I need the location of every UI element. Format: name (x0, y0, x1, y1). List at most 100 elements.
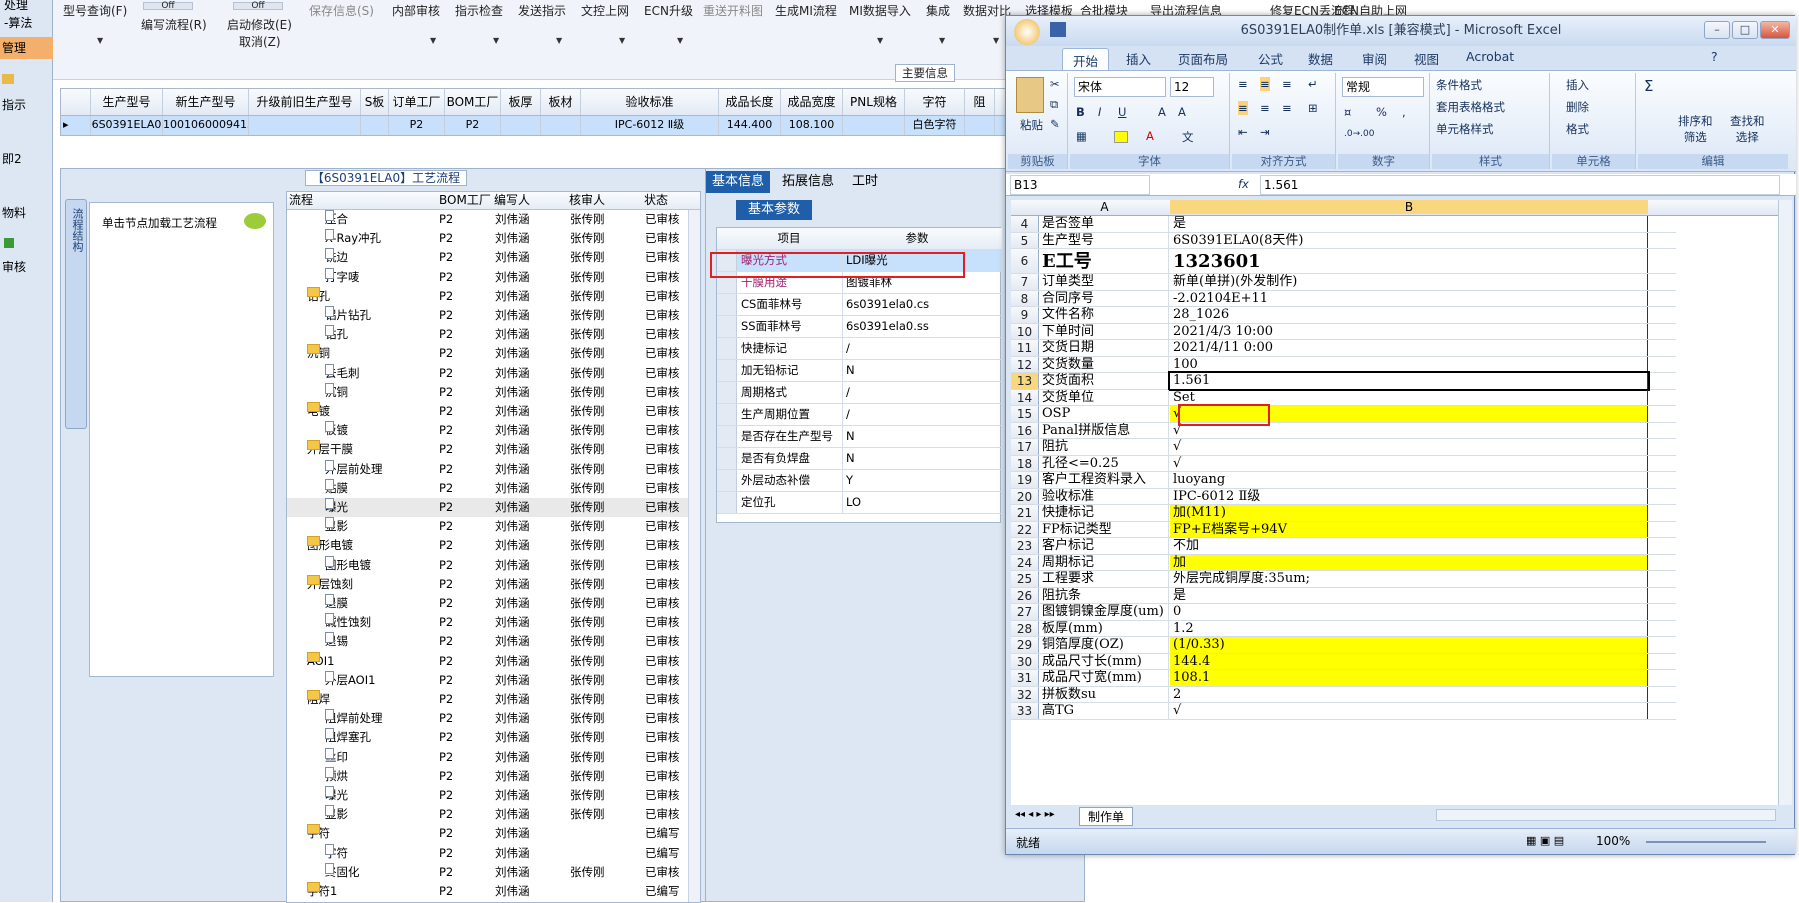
cell-b[interactable]: 6S0391ELA0(8天件) (1170, 232, 1648, 248)
tree-row[interactable]: −沉铜P2刘伟涵张传刚已审核 (287, 344, 700, 363)
cell-b[interactable]: 外层完成铜厚度:35um; (1170, 571, 1648, 587)
cell-a[interactable]: OSP (1040, 406, 1169, 422)
row-number[interactable]: 19 (1011, 472, 1039, 488)
row-selector[interactable] (717, 360, 737, 381)
vertical-scrollbar[interactable] (1778, 200, 1792, 805)
sheet-row[interactable]: 28 板厚(mm) 1.2 (1011, 620, 1676, 637)
save-icon[interactable] (1050, 22, 1066, 37)
edit-flow-button[interactable]: 编写流程(R) (141, 16, 207, 33)
cell[interactable]: 6S0391ELA0 (91, 116, 163, 135)
tree-row[interactable]: 压合 P2 刘伟涵 张传刚 已审核 (287, 210, 700, 229)
row-number[interactable]: 24 (1011, 554, 1039, 570)
ribbon-tab-view[interactable]: 视图 (1414, 49, 1439, 68)
shrink-font-icon[interactable]: A (1178, 105, 1186, 119)
cell-a[interactable]: 孔径<=0.25 (1040, 455, 1169, 471)
ribbon-tab-review[interactable]: 审阅 (1362, 49, 1387, 68)
cell[interactable]: P2 (445, 116, 501, 135)
row-number[interactable]: 20 (1011, 488, 1039, 504)
cell-b[interactable]: 2021/4/11 0:00 (1170, 340, 1648, 356)
save-button[interactable]: 保存信息(S) (309, 2, 374, 19)
row-number[interactable]: 5 (1011, 232, 1039, 248)
row-number[interactable]: 6 (1011, 249, 1039, 273)
copy-icon[interactable]: ⧉ (1050, 97, 1058, 112)
tab-extended-info[interactable]: 拓展信息 (776, 171, 840, 193)
tree-row[interactable]: 退膜 P2 刘伟涵 张传刚 已审核 (287, 594, 700, 613)
param-value[interactable]: N (842, 426, 997, 447)
col-header[interactable]: 新生产型号 (163, 89, 249, 115)
cell-a[interactable]: 验收标准 (1040, 488, 1169, 504)
cell-a[interactable]: 订单类型 (1040, 274, 1169, 290)
paste-icon[interactable] (1016, 77, 1044, 113)
ribbon-tab-layout[interactable]: 页面布局 (1178, 49, 1228, 68)
toolbar-compare[interactable]: 数据对比 (963, 2, 1011, 19)
sheet-row[interactable]: 21 快捷标记 加(M11) (1011, 505, 1676, 522)
tree-row[interactable]: −字符P2刘伟涵已编写 (287, 824, 700, 843)
nav-item-2[interactable]: 即2 (2, 150, 22, 167)
row-number[interactable]: 30 (1011, 653, 1039, 669)
sheet-row[interactable]: 24 周期标记加 (1011, 554, 1676, 571)
cell-a[interactable]: 周期标记 (1040, 554, 1169, 570)
param-row[interactable]: SS面菲林号 6s0391ela0.ss (717, 316, 1002, 338)
col-header[interactable]: 板材 (541, 89, 581, 115)
row-number[interactable]: 16 (1011, 422, 1039, 438)
toolbar-resend[interactable]: 重送开料图 (703, 2, 763, 19)
sheet-row[interactable]: 25 工程要求 外层完成铜厚度:35um; (1011, 571, 1676, 588)
row-number[interactable]: 13 (1011, 373, 1039, 389)
param-col-header[interactable]: 参数 (842, 228, 992, 249)
align-right-icon[interactable]: ≡ (1282, 101, 1292, 115)
table-format-button[interactable]: 套用表格格式 (1436, 99, 1505, 115)
tree-scrollbar[interactable] (688, 210, 700, 902)
sheet-row[interactable]: 11 交货日期 2021/4/11 0:00 (1011, 340, 1676, 357)
row-number[interactable]: 22 (1011, 521, 1039, 537)
sheet-row[interactable]: 19 客户工程资料录入 luoyang (1011, 472, 1676, 489)
tree-col-header[interactable]: BOM工厂 (437, 192, 492, 210)
cell[interactable] (501, 116, 541, 135)
tree-row[interactable]: 铣边 P2 刘伟涵 张传刚 已审核 (287, 248, 700, 267)
tree-row[interactable]: −外层干膜P2刘伟涵张传刚已审核 (287, 440, 700, 459)
row-selector[interactable] (717, 470, 737, 491)
column-header-a[interactable]: A (1040, 200, 1169, 214)
cell-b[interactable]: (1/0.33) (1170, 637, 1648, 653)
param-value[interactable]: 6s0391ela0.cs (842, 294, 997, 315)
cell-a[interactable]: 成品尺寸宽(mm) (1040, 670, 1169, 686)
cell-b[interactable]: 2021/4/3 10:00 (1170, 323, 1648, 339)
cell-b[interactable]: 0 (1170, 604, 1648, 620)
param-row[interactable]: 周期格式 / (717, 382, 1002, 404)
nav-item-algorithm[interactable]: -算法 (4, 14, 32, 31)
toolbar-integrate[interactable]: 集成 (926, 2, 950, 19)
sheet-row[interactable]: 9 文件名称 28_1026 (1011, 307, 1676, 324)
sum-icon[interactable]: Σ (1644, 77, 1653, 95)
param-row[interactable]: 生产周期位置 / (717, 404, 1002, 426)
tree-row[interactable]: 板镀 P2 刘伟涵 张传刚 已审核 (287, 421, 700, 440)
align-left-icon[interactable]: ≡ (1238, 101, 1248, 115)
ribbon-tab-home[interactable]: 开始 (1062, 48, 1110, 70)
ribbon-tab-acrobat[interactable]: Acrobat (1466, 49, 1514, 64)
param-value[interactable]: N (842, 448, 997, 469)
cell-a[interactable]: 图镀铜镍金厚度(um) (1040, 604, 1169, 620)
cell-b[interactable]: 加 (1170, 554, 1648, 570)
cell[interactable]: IPC-6012 Ⅱ级 (581, 116, 719, 135)
tree-row[interactable]: 曝光 P2 刘伟涵 张传刚 已审核 (287, 498, 700, 517)
row-number[interactable]: 4 (1011, 216, 1039, 232)
param-row[interactable]: 是否存在生产型号 N (717, 426, 1002, 448)
ribbon-tab-data[interactable]: 数据 (1308, 49, 1333, 68)
row-number[interactable]: 27 (1011, 604, 1039, 620)
cell[interactable] (843, 116, 905, 135)
comma-icon[interactable]: , (1402, 105, 1406, 119)
merge-icon[interactable]: ⊞ (1308, 101, 1318, 115)
increase-decimal-icon[interactable]: .0→.00 (1344, 129, 1374, 139)
worksheet[interactable]: A B 4 是否签单是 5 生产型号 6S0391ELA0(8天件) 6 E工号 132360… (1011, 200, 1781, 805)
tree-row[interactable]: 退锡 P2 刘伟涵 张传刚 已审核 (287, 632, 700, 651)
toolbar-ecn-upgrade[interactable]: ECN升级 (644, 2, 693, 19)
sheet-row[interactable]: 16 Panal拼版信息 √ (1011, 422, 1676, 439)
help-icon[interactable]: ? (1711, 49, 1718, 64)
cell-b[interactable]: 加(M11) (1170, 505, 1648, 521)
sheet-row[interactable]: 5 生产型号 6S0391ELA0(8天件) (1011, 232, 1676, 249)
delete-cells-button[interactable]: 删除 (1566, 99, 1589, 115)
cell-a[interactable]: 合同序号 (1040, 290, 1169, 306)
row-selector[interactable] (717, 492, 737, 513)
param-value[interactable]: Y (842, 470, 997, 491)
row-selector[interactable] (717, 382, 737, 403)
zoom-slider[interactable] (1646, 841, 1766, 843)
cell-a[interactable]: 客户标记 (1040, 538, 1169, 554)
